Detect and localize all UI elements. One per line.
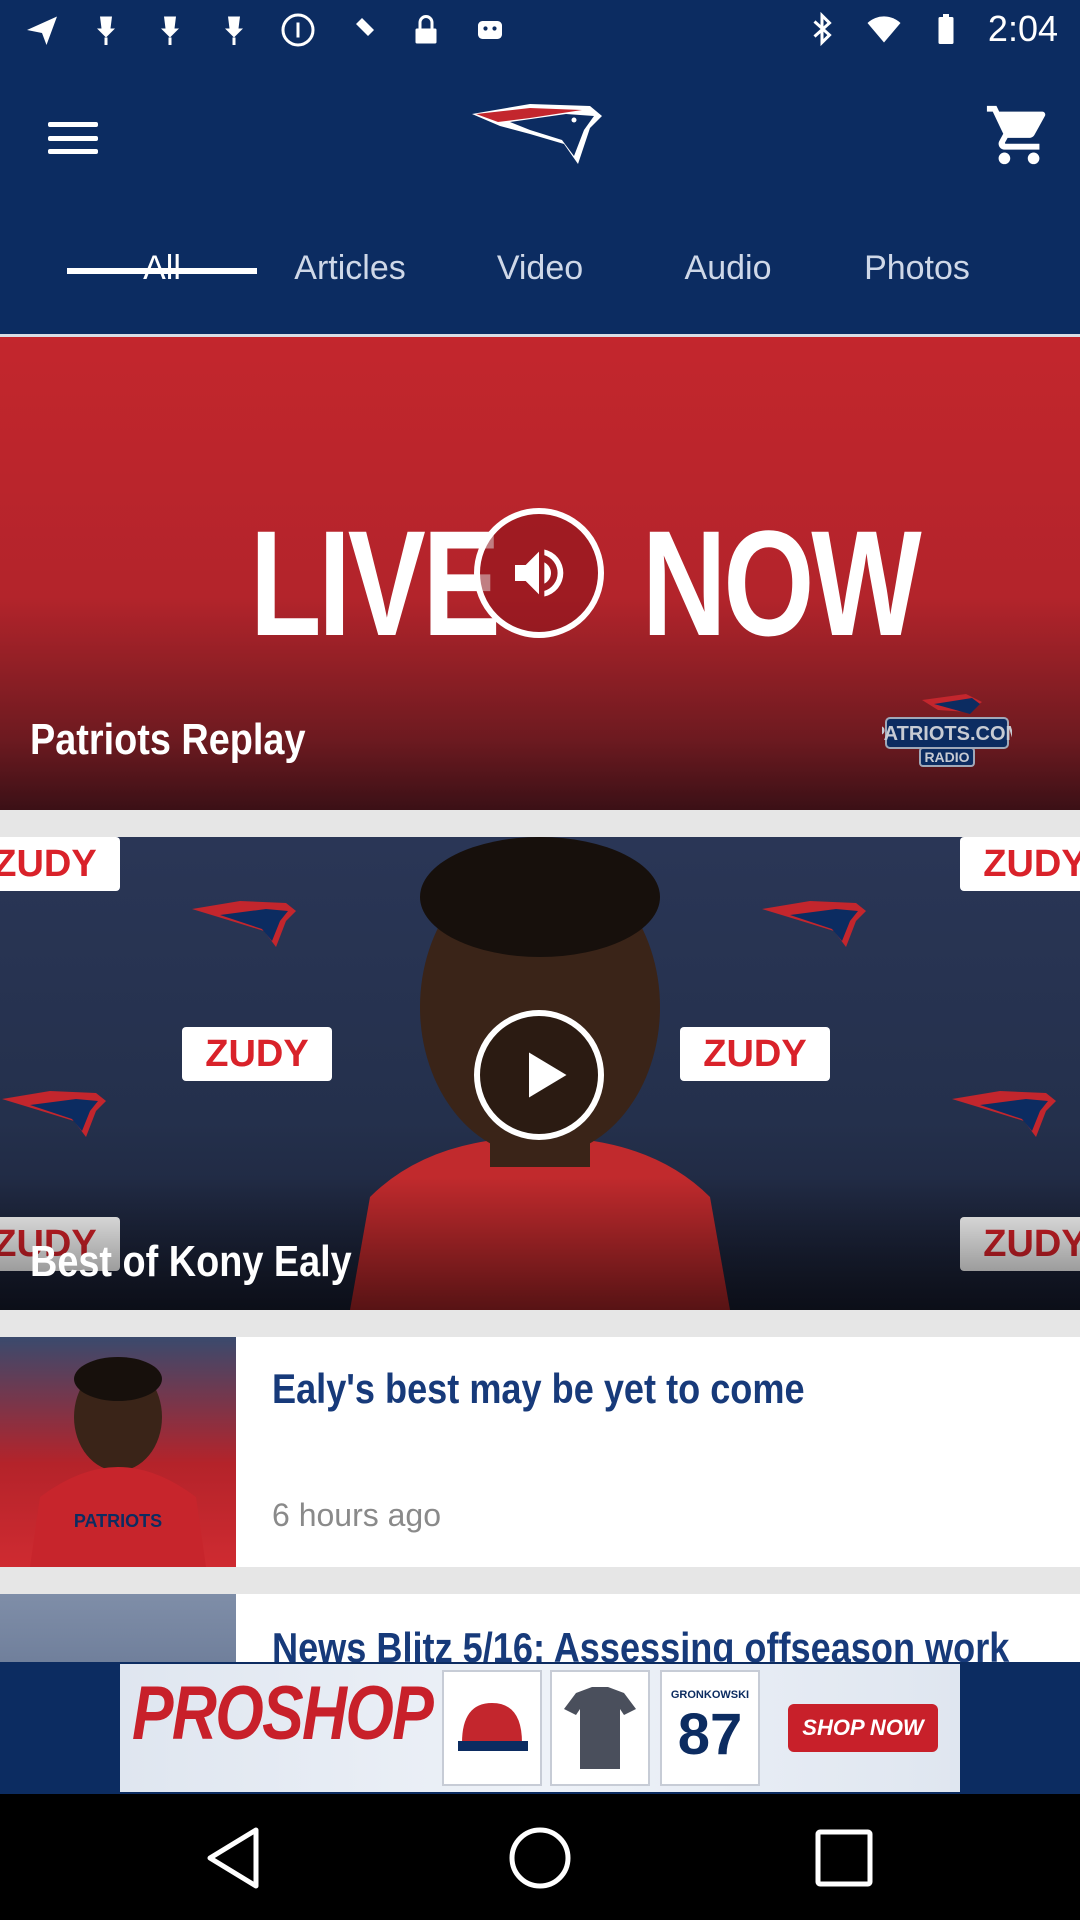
hamburger-menu-icon[interactable] bbox=[40, 110, 106, 166]
tab-all[interactable]: All bbox=[67, 237, 257, 333]
patriots-radio-badge: PATRIOTS.COM RADIO bbox=[872, 692, 1022, 772]
tab-video[interactable]: Video bbox=[445, 237, 635, 333]
radio-badge-name: PATRIOTS.COM bbox=[882, 723, 1012, 745]
bluetooth-icon bbox=[802, 9, 842, 49]
system-nav-bar bbox=[0, 1794, 1080, 1920]
tab-photos[interactable]: Photos bbox=[822, 237, 1012, 333]
product-hat bbox=[442, 1670, 542, 1786]
patriots-logo[interactable] bbox=[470, 100, 610, 172]
article-title: Ealy's best may be yet to come bbox=[272, 1365, 805, 1412]
article-title: News Blitz 5/16: Assessing offseason wor… bbox=[272, 1624, 1010, 1662]
navigation-icon bbox=[22, 10, 62, 50]
home-icon[interactable] bbox=[502, 1820, 578, 1896]
article-item[interactable]: News Blitz 5/16: Assessing offseason wor… bbox=[0, 1594, 1080, 1662]
speaker-icon[interactable] bbox=[474, 508, 604, 638]
app-header: All Articles Video Audio Photos bbox=[0, 62, 1080, 337]
notification-icon bbox=[86, 10, 126, 50]
wifi-icon bbox=[864, 9, 904, 49]
sponsor-logo: ZUDY bbox=[0, 837, 120, 891]
live-audio-card[interactable]: LIVE NOW Patriots Replay PATRIOTS.COM RA… bbox=[0, 337, 1080, 810]
video-card-title: Best of Kony Ealy bbox=[30, 1237, 352, 1286]
info-icon bbox=[278, 10, 318, 50]
active-tab-indicator bbox=[67, 268, 257, 274]
tab-audio[interactable]: Audio bbox=[633, 237, 823, 333]
video-card[interactable]: ZUDY ZUDY ZUDY ZUDY ZUDY ZUDY Best of Ko… bbox=[0, 837, 1080, 1310]
notification-icon bbox=[150, 10, 190, 50]
article-thumbnail bbox=[0, 1594, 236, 1662]
live-word: LIVE bbox=[250, 499, 501, 667]
svg-text:PATRIOTS: PATRIOTS bbox=[74, 1511, 162, 1531]
play-icon[interactable] bbox=[474, 1010, 604, 1140]
status-time: 2:04 bbox=[987, 8, 1058, 49]
back-icon[interactable] bbox=[198, 1820, 274, 1896]
recents-icon[interactable] bbox=[806, 1820, 882, 1896]
article-timestamp: 6 hours ago bbox=[272, 1497, 442, 1533]
sponsor-logo: ZUDY bbox=[960, 837, 1080, 891]
jersey-number: 87 bbox=[677, 1701, 743, 1767]
banner-area: PROSHOP GRONKOWSKI 87 SHOP NOW bbox=[0, 1662, 1080, 1794]
live-card-title: Patriots Replay bbox=[30, 715, 306, 764]
patriots-mini-logo bbox=[192, 901, 296, 947]
now-word: NOW bbox=[642, 499, 922, 667]
shop-now-button[interactable]: SHOP NOW bbox=[788, 1704, 938, 1752]
product-shirt bbox=[550, 1670, 650, 1786]
product-jersey: GRONKOWSKI 87 bbox=[660, 1670, 760, 1786]
radio-badge-label: RADIO bbox=[924, 749, 969, 765]
content-feed[interactable]: LIVE NOW Patriots Replay PATRIOTS.COM RA… bbox=[0, 337, 1080, 1662]
content-tabs: All Articles Video Audio Photos bbox=[0, 237, 1080, 337]
article-thumbnail: PATRIOTS bbox=[0, 1337, 236, 1567]
shopping-cart-icon[interactable] bbox=[984, 100, 1054, 170]
jersey-name: GRONKOWSKI bbox=[670, 1688, 750, 1701]
android-icon bbox=[470, 10, 510, 50]
status-bar: 2:04 bbox=[0, 0, 1080, 62]
tab-articles[interactable]: Articles bbox=[255, 237, 445, 333]
fake-gps-icon bbox=[342, 10, 382, 50]
battery-icon bbox=[926, 9, 966, 49]
patriots-mini-logo bbox=[952, 1091, 1056, 1137]
article-item[interactable]: PATRIOTS Ealy's best may be yet to come … bbox=[0, 1337, 1080, 1567]
lock-icon bbox=[406, 10, 446, 50]
notification-icon bbox=[214, 10, 254, 50]
patriots-mini-logo bbox=[762, 901, 866, 947]
proshop-brand: PROSHOP bbox=[132, 1671, 434, 1756]
proshop-banner[interactable]: PROSHOP GRONKOWSKI 87 SHOP NOW bbox=[120, 1664, 960, 1792]
patriots-mini-logo bbox=[2, 1091, 106, 1137]
